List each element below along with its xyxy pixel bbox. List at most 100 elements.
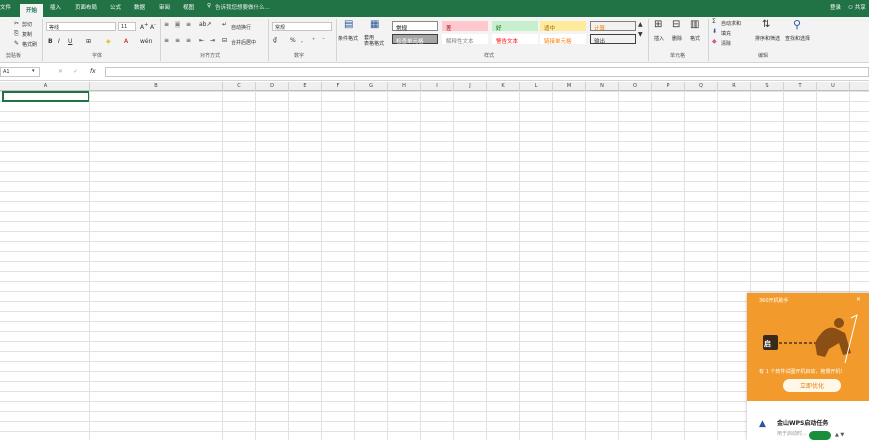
cell-style-8[interactable]: 链接单元格 (540, 34, 586, 45)
align-right-icon[interactable]: ≡ (186, 37, 191, 44)
tab-view[interactable]: 视图 (183, 3, 194, 11)
cell-style-7[interactable]: 警告文本 (492, 34, 538, 45)
font-name-select[interactable]: 等线 (46, 22, 116, 31)
increase-decimal-icon[interactable]: ⁺ (312, 37, 315, 44)
find-select-button[interactable]: 查找和选择 (785, 35, 810, 42)
align-bottom-icon[interactable]: ≡ (186, 21, 191, 28)
close-icon[interactable]: ✕ (856, 296, 861, 303)
share-button[interactable]: ⚇ 共享 (848, 3, 866, 11)
sort-filter-button[interactable]: 排序和筛选 (755, 35, 780, 42)
cancel-icon[interactable]: ✕ (58, 68, 63, 75)
popup-brand: 360开机助手 (759, 298, 789, 304)
login-link[interactable]: 登录 (830, 3, 841, 11)
tab-page-layout[interactable]: 页面布局 (75, 3, 97, 11)
fill-button[interactable]: 填充 (721, 30, 731, 37)
align-middle-icon[interactable]: ≡ (175, 21, 181, 28)
merge-center-button[interactable]: 合并后居中 (231, 39, 256, 46)
tab-file[interactable]: 文件 (0, 3, 11, 11)
grid-line (552, 91, 553, 440)
tell-me-box[interactable]: 告诉我您想要做什么... (215, 3, 270, 11)
bold-icon[interactable]: B (48, 38, 53, 45)
formula-input[interactable] (105, 67, 869, 77)
number-format-select[interactable]: 常规 (272, 22, 332, 31)
selected-cell-a1[interactable] (2, 91, 90, 102)
percent-icon[interactable]: % (290, 37, 296, 44)
column-header-h[interactable]: H (388, 82, 421, 91)
italic-icon[interactable]: I (58, 38, 60, 45)
delete-button[interactable]: 删除 (672, 35, 682, 42)
fill-color-icon[interactable]: ◈ (106, 38, 111, 45)
column-header-b[interactable]: B (90, 82, 223, 91)
table-format-button[interactable]: 套用 表格格式 (364, 35, 384, 47)
column-header-p[interactable]: P (652, 82, 685, 91)
format-button[interactable]: 格式 (690, 35, 700, 42)
task-arrow-icon[interactable]: ▲ ▼ (835, 432, 844, 438)
indent-increase-icon[interactable]: ⇥ (210, 37, 215, 44)
tab-insert[interactable]: 插入 (50, 3, 61, 11)
column-header-o[interactable]: O (619, 82, 652, 91)
cell-style-5[interactable]: 检查单元格 (392, 34, 438, 45)
underline-icon[interactable]: U (68, 38, 72, 45)
optimize-button[interactable]: 立即优化 (783, 379, 841, 392)
format-painter-button[interactable]: 格式刷 (22, 41, 37, 48)
gallery-scroll-up-icon[interactable]: ▲ (638, 21, 643, 28)
column-header-q[interactable]: Q (685, 82, 718, 91)
cell-style-4[interactable]: 计算 (590, 21, 636, 32)
cut-button[interactable]: 剪切 (22, 21, 32, 28)
column-header-m[interactable]: M (553, 82, 586, 91)
column-header-d[interactable]: D (256, 82, 289, 91)
worksheet-grid[interactable] (0, 91, 869, 440)
column-header-g[interactable]: G (355, 82, 388, 91)
column-header-l[interactable]: L (520, 82, 553, 91)
column-header-i[interactable]: I (421, 82, 454, 91)
chevron-down-icon[interactable]: ▾ (32, 68, 35, 74)
column-header-r[interactable]: R (718, 82, 751, 91)
column-header-e[interactable]: E (289, 82, 322, 91)
cell-style-1[interactable]: 差 (442, 21, 488, 32)
shrink-font-icon[interactable]: A- (150, 22, 156, 31)
tab-home[interactable]: 开始 (20, 4, 44, 17)
column-header-n[interactable]: N (586, 82, 619, 91)
column-header-f[interactable]: F (322, 82, 355, 91)
insert-function-icon[interactable]: fx (90, 68, 96, 75)
column-header-t[interactable]: T (784, 82, 817, 91)
figure-head-shape (834, 318, 844, 328)
phonetic-icon[interactable]: wén (140, 38, 152, 45)
column-header-s[interactable]: S (751, 82, 784, 91)
gallery-scroll-down-icon[interactable]: ▼ (638, 31, 643, 38)
conditional-format-button[interactable]: 条件格式 (338, 35, 358, 42)
cell-style-6[interactable]: 解释性文本 (442, 34, 488, 45)
align-left-icon[interactable]: ≡ (164, 37, 169, 44)
column-header-c[interactable]: C (223, 82, 256, 91)
align-center-icon[interactable]: ≡ (175, 37, 180, 44)
border-icon[interactable]: ⊞ (86, 38, 91, 45)
orientation-icon[interactable]: ab↗ (199, 21, 212, 28)
column-header-j[interactable]: J (454, 82, 487, 91)
grid-line (387, 91, 388, 440)
autosum-button[interactable]: 自动求和 (721, 20, 741, 27)
indent-decrease-icon[interactable]: ⇤ (199, 37, 204, 44)
confirm-icon[interactable]: ✓ (73, 68, 78, 75)
decrease-decimal-icon[interactable]: ⁻ (322, 37, 325, 44)
column-header-a[interactable]: A (2, 82, 90, 91)
cell-style-0[interactable]: 常规 (392, 21, 438, 32)
column-header-u[interactable]: U (817, 82, 850, 91)
cell-style-3[interactable]: 适中 (540, 21, 586, 32)
currency-icon[interactable]: ₫ (273, 37, 277, 44)
insert-button[interactable]: 插入 (654, 35, 664, 42)
column-header-k[interactable]: K (487, 82, 520, 91)
font-size-select[interactable]: 11 (118, 22, 136, 31)
tab-review[interactable]: 审阅 (159, 3, 170, 11)
clear-button[interactable]: 清除 (721, 40, 731, 47)
cell-style-2[interactable]: 好 (492, 21, 538, 32)
wrap-text-button[interactable]: 自动换行 (231, 24, 251, 31)
cell-style-9[interactable]: 输出 (590, 34, 636, 45)
align-top-icon[interactable]: ≡ (164, 21, 169, 28)
grow-font-icon[interactable]: A+ (140, 22, 148, 31)
font-color-icon[interactable]: A (124, 38, 128, 45)
toggle-switch[interactable] (809, 431, 831, 440)
tab-formulas[interactable]: 公式 (110, 3, 121, 11)
comma-icon[interactable]: , (301, 37, 303, 44)
copy-button[interactable]: 复制 (22, 31, 32, 38)
tab-data[interactable]: 数据 (134, 3, 145, 11)
